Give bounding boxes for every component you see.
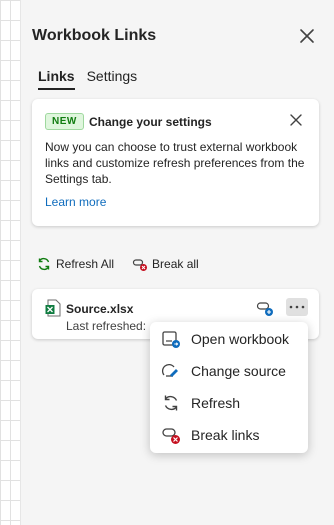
notice-title: Change your settings bbox=[89, 115, 212, 129]
more-options-button[interactable] bbox=[286, 298, 308, 316]
tab-settings[interactable]: Settings bbox=[87, 68, 138, 90]
menu-item-change-source[interactable]: Change source bbox=[150, 356, 308, 386]
close-notice-icon[interactable] bbox=[289, 113, 303, 127]
refresh-icon bbox=[38, 257, 50, 271]
break-all-label: Break all bbox=[152, 257, 199, 271]
close-icon[interactable] bbox=[298, 27, 316, 45]
notice-body: Now you can choose to trust external wor… bbox=[45, 140, 305, 186]
break-all-button[interactable]: Break all bbox=[132, 256, 199, 272]
refresh-icon bbox=[164, 395, 178, 411]
tab-links[interactable]: Links bbox=[38, 68, 75, 90]
actions-bar: Refresh All Break all bbox=[36, 256, 199, 272]
new-badge: NEW bbox=[45, 113, 84, 130]
tab-bar: Links Settings bbox=[38, 68, 137, 90]
refresh-label: Refresh bbox=[191, 395, 241, 411]
break-links-label: Break links bbox=[191, 427, 260, 443]
last-refreshed-text: Last refreshed: J bbox=[66, 319, 146, 333]
file-name: Source.xlsx bbox=[66, 302, 134, 316]
pane-title: Workbook Links bbox=[32, 27, 157, 44]
settings-notice-card: NEW Change your settings Now you can cho… bbox=[32, 99, 319, 226]
learn-more-link[interactable]: Learn more bbox=[45, 195, 106, 209]
break-links-icon bbox=[132, 259, 148, 271]
more-icon bbox=[289, 305, 305, 309]
refresh-all-button[interactable]: Refresh All bbox=[36, 256, 114, 272]
link-context-menu: Open workbook Change source Refresh Brea… bbox=[150, 322, 308, 453]
menu-item-break-links[interactable]: Break links bbox=[150, 420, 308, 450]
open-workbook-label: Open workbook bbox=[191, 331, 290, 347]
menu-item-open-workbook[interactable]: Open workbook bbox=[150, 324, 308, 354]
open-workbook-icon bbox=[162, 331, 180, 348]
link-status-icon bbox=[256, 302, 273, 316]
workbook-links-pane: Workbook Links Links Settings NEW Change… bbox=[21, 0, 334, 525]
break-links-icon bbox=[162, 428, 180, 444]
spreadsheet-grid bbox=[0, 0, 21, 525]
change-source-label: Change source bbox=[191, 363, 286, 379]
change-source-icon bbox=[161, 363, 178, 377]
excel-file-icon bbox=[45, 299, 61, 317]
menu-item-refresh[interactable]: Refresh bbox=[150, 388, 308, 418]
refresh-all-label: Refresh All bbox=[56, 257, 115, 271]
